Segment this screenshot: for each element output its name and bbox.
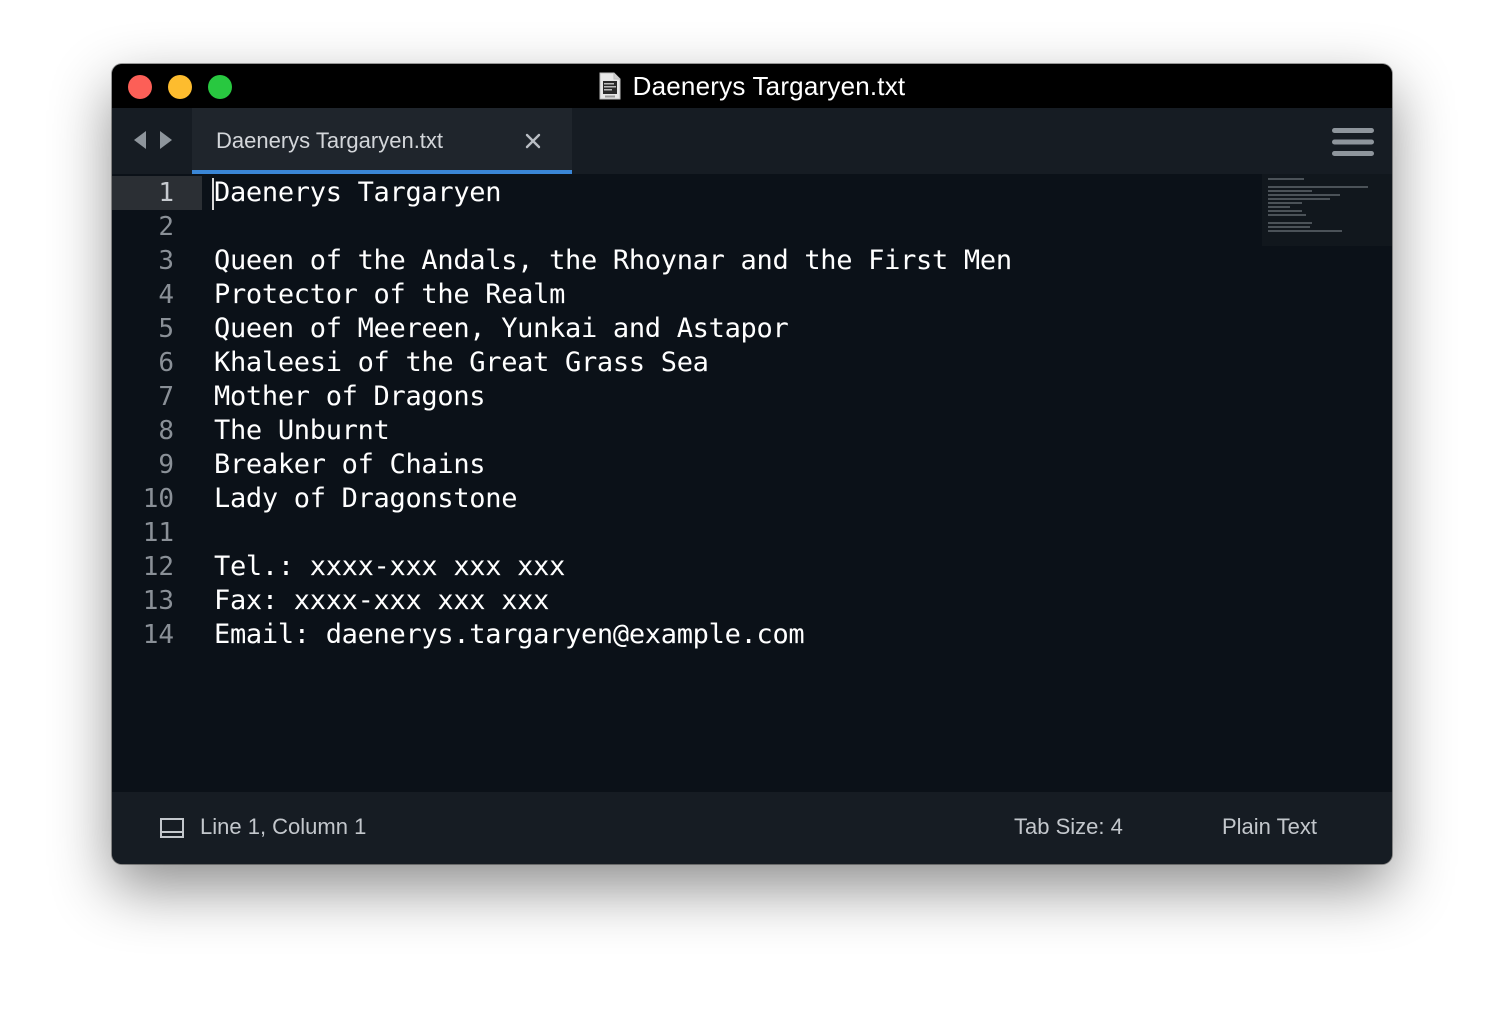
syntax-selector[interactable]: Plain Text bbox=[1222, 814, 1317, 840]
line-number: 12 bbox=[142, 552, 174, 582]
line-number-gutter: 1 2 3 4 5 6 7 8 9 10 11 12 13 14 bbox=[112, 174, 202, 792]
code-line[interactable]: Fax: xxxx-xxx xxx xxx bbox=[214, 584, 549, 618]
line-number: 7 bbox=[158, 382, 174, 412]
code-line[interactable]: Protector of the Realm bbox=[214, 278, 565, 312]
window-title-group: Daenerys Targaryen.txt bbox=[112, 64, 1392, 108]
line-number: 6 bbox=[158, 348, 174, 378]
text-caret bbox=[212, 178, 214, 210]
line-number: 14 bbox=[142, 620, 174, 650]
code-line[interactable]: Lady of Dragonstone bbox=[214, 482, 517, 516]
panel-toggle-icon[interactable] bbox=[160, 818, 184, 838]
right-arrow-icon[interactable] bbox=[158, 130, 174, 150]
hamburger-menu-icon[interactable] bbox=[1332, 127, 1374, 157]
code-line[interactable]: Breaker of Chains bbox=[214, 448, 486, 482]
line-number: 8 bbox=[158, 416, 174, 446]
minimap-line bbox=[1268, 202, 1302, 204]
minimap-line bbox=[1268, 210, 1302, 212]
code-line[interactable]: Email: daenerys.targaryen@example.com bbox=[214, 618, 805, 652]
line-number: 2 bbox=[158, 212, 174, 242]
tab-navigation bbox=[132, 130, 174, 150]
line-number: 11 bbox=[142, 518, 174, 548]
tab-size-selector[interactable]: Tab Size: 4 bbox=[1014, 814, 1123, 840]
line-number: 10 bbox=[142, 484, 174, 514]
tab-bar: Daenerys Targaryen.txt bbox=[112, 108, 1392, 174]
minimap[interactable] bbox=[1262, 174, 1392, 246]
code-line[interactable]: Tel.: xxxx-xxx xxx xxx bbox=[214, 550, 565, 584]
tab-daenerys-targaryen[interactable]: Daenerys Targaryen.txt bbox=[192, 108, 572, 174]
code-line[interactable]: Daenerys Targaryen bbox=[214, 176, 502, 210]
cursor-position: Line 1, Column 1 bbox=[200, 814, 367, 839]
code-line[interactable]: Mother of Dragons bbox=[214, 380, 486, 414]
minimap-line bbox=[1268, 198, 1330, 200]
line-number: 1 bbox=[158, 178, 174, 208]
text-document-icon bbox=[599, 72, 621, 100]
title-bar[interactable]: Daenerys Targaryen.txt bbox=[112, 64, 1392, 108]
line-number: 13 bbox=[142, 586, 174, 616]
line-number: 4 bbox=[158, 280, 174, 310]
line-number: 3 bbox=[158, 246, 174, 276]
code-line[interactable]: Khaleesi of the Great Grass Sea bbox=[214, 346, 709, 380]
line-number: 9 bbox=[158, 450, 174, 480]
tab-label: Daenerys Targaryen.txt bbox=[216, 128, 444, 153]
minimap-line bbox=[1268, 222, 1312, 224]
editor-window: Daenerys Targaryen.txt Daenerys Targarye… bbox=[112, 64, 1392, 864]
minimap-line bbox=[1268, 190, 1312, 192]
minimap-line bbox=[1268, 214, 1306, 216]
minimap-line bbox=[1268, 178, 1304, 180]
minimap-line bbox=[1268, 206, 1290, 208]
close-icon[interactable] bbox=[522, 130, 544, 152]
left-arrow-icon[interactable] bbox=[132, 130, 148, 150]
status-bar: Line 1, Column 1 Tab Size: 4 Plain Text bbox=[112, 792, 1392, 864]
line-number: 5 bbox=[158, 314, 174, 344]
minimap-line bbox=[1268, 226, 1310, 228]
minimap-line bbox=[1268, 194, 1340, 196]
minimap-line bbox=[1268, 230, 1342, 232]
code-line[interactable]: Queen of the Andals, the Rhoynar and the… bbox=[214, 244, 1012, 278]
editor-area[interactable]: 1 2 3 4 5 6 7 8 9 10 11 12 13 14 Daenerys Targaryen Qu… bbox=[112, 174, 1392, 792]
code-line[interactable]: Queen of Meereen, Yunkai and Astapor bbox=[214, 312, 789, 346]
text-content[interactable]: Daenerys Targaryen Queen of the Andals, t… bbox=[214, 174, 1254, 792]
minimap-line bbox=[1268, 186, 1368, 188]
window-title: Daenerys Targaryen.txt bbox=[632, 70, 906, 101]
code-line[interactable]: The Unburnt bbox=[214, 414, 390, 448]
